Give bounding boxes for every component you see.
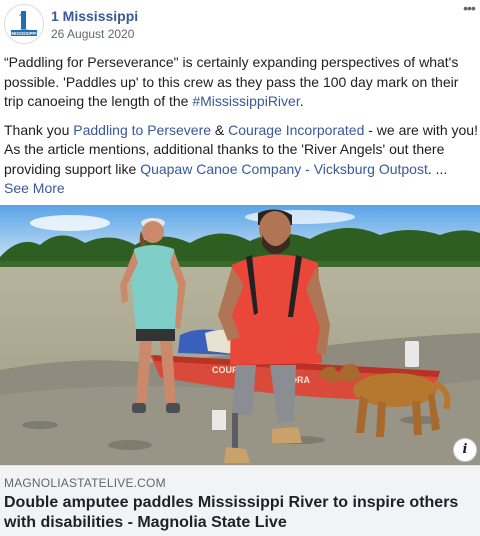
info-icon[interactable]: i bbox=[453, 438, 477, 462]
post-timestamp[interactable]: 26 August 2020 bbox=[51, 27, 134, 41]
hashtag-link[interactable]: #MississippiRiver bbox=[192, 93, 299, 109]
post-text-span: & bbox=[211, 121, 229, 138]
post-paragraph-1: “Paddling for Perseverance" is certainly… bbox=[4, 53, 478, 112]
post-header: MISSISSIPPI 1 Mississippi 26 August 2020… bbox=[0, 0, 480, 48]
link-preview-card[interactable]: MAGNOLIASTATELIVE.COM Double amputee pad… bbox=[0, 465, 480, 536]
page-avatar[interactable]: MISSISSIPPI bbox=[4, 4, 44, 44]
post-text-span: . ... bbox=[427, 160, 448, 177]
post-body: “Paddling for Perseverance" is certainly… bbox=[4, 53, 478, 208]
see-more-link[interactable]: See More bbox=[4, 179, 65, 199]
mention-link-quapaw-canoe[interactable]: Quapaw Canoe Company - Vicksburg Outpost bbox=[140, 161, 428, 177]
avatar-logo-text: MISSISSIPPI bbox=[12, 31, 37, 36]
photo-illustration: COURA ORA bbox=[0, 205, 480, 465]
mention-link-courage-incorporated[interactable]: Courage Incorporated bbox=[228, 122, 364, 138]
post-paragraph-2: Thank you Paddling to Persevere & Courag… bbox=[4, 121, 478, 199]
mention-link-paddling-to-persevere[interactable]: Paddling to Persevere bbox=[73, 122, 211, 138]
page-name-link[interactable]: 1 Mississippi bbox=[51, 8, 138, 24]
link-preview-domain: MAGNOLIASTATELIVE.COM bbox=[4, 476, 166, 490]
link-preview-title[interactable]: Double amputee paddles Mississippi River… bbox=[4, 493, 474, 533]
post-text-span: Thank you bbox=[4, 121, 74, 138]
post-text-span: . bbox=[299, 93, 304, 109]
more-options-icon[interactable]: ••• bbox=[460, 1, 478, 18]
post-photo[interactable]: COURA ORA i bbox=[0, 205, 480, 465]
page-logo: MISSISSIPPI bbox=[5, 5, 43, 43]
